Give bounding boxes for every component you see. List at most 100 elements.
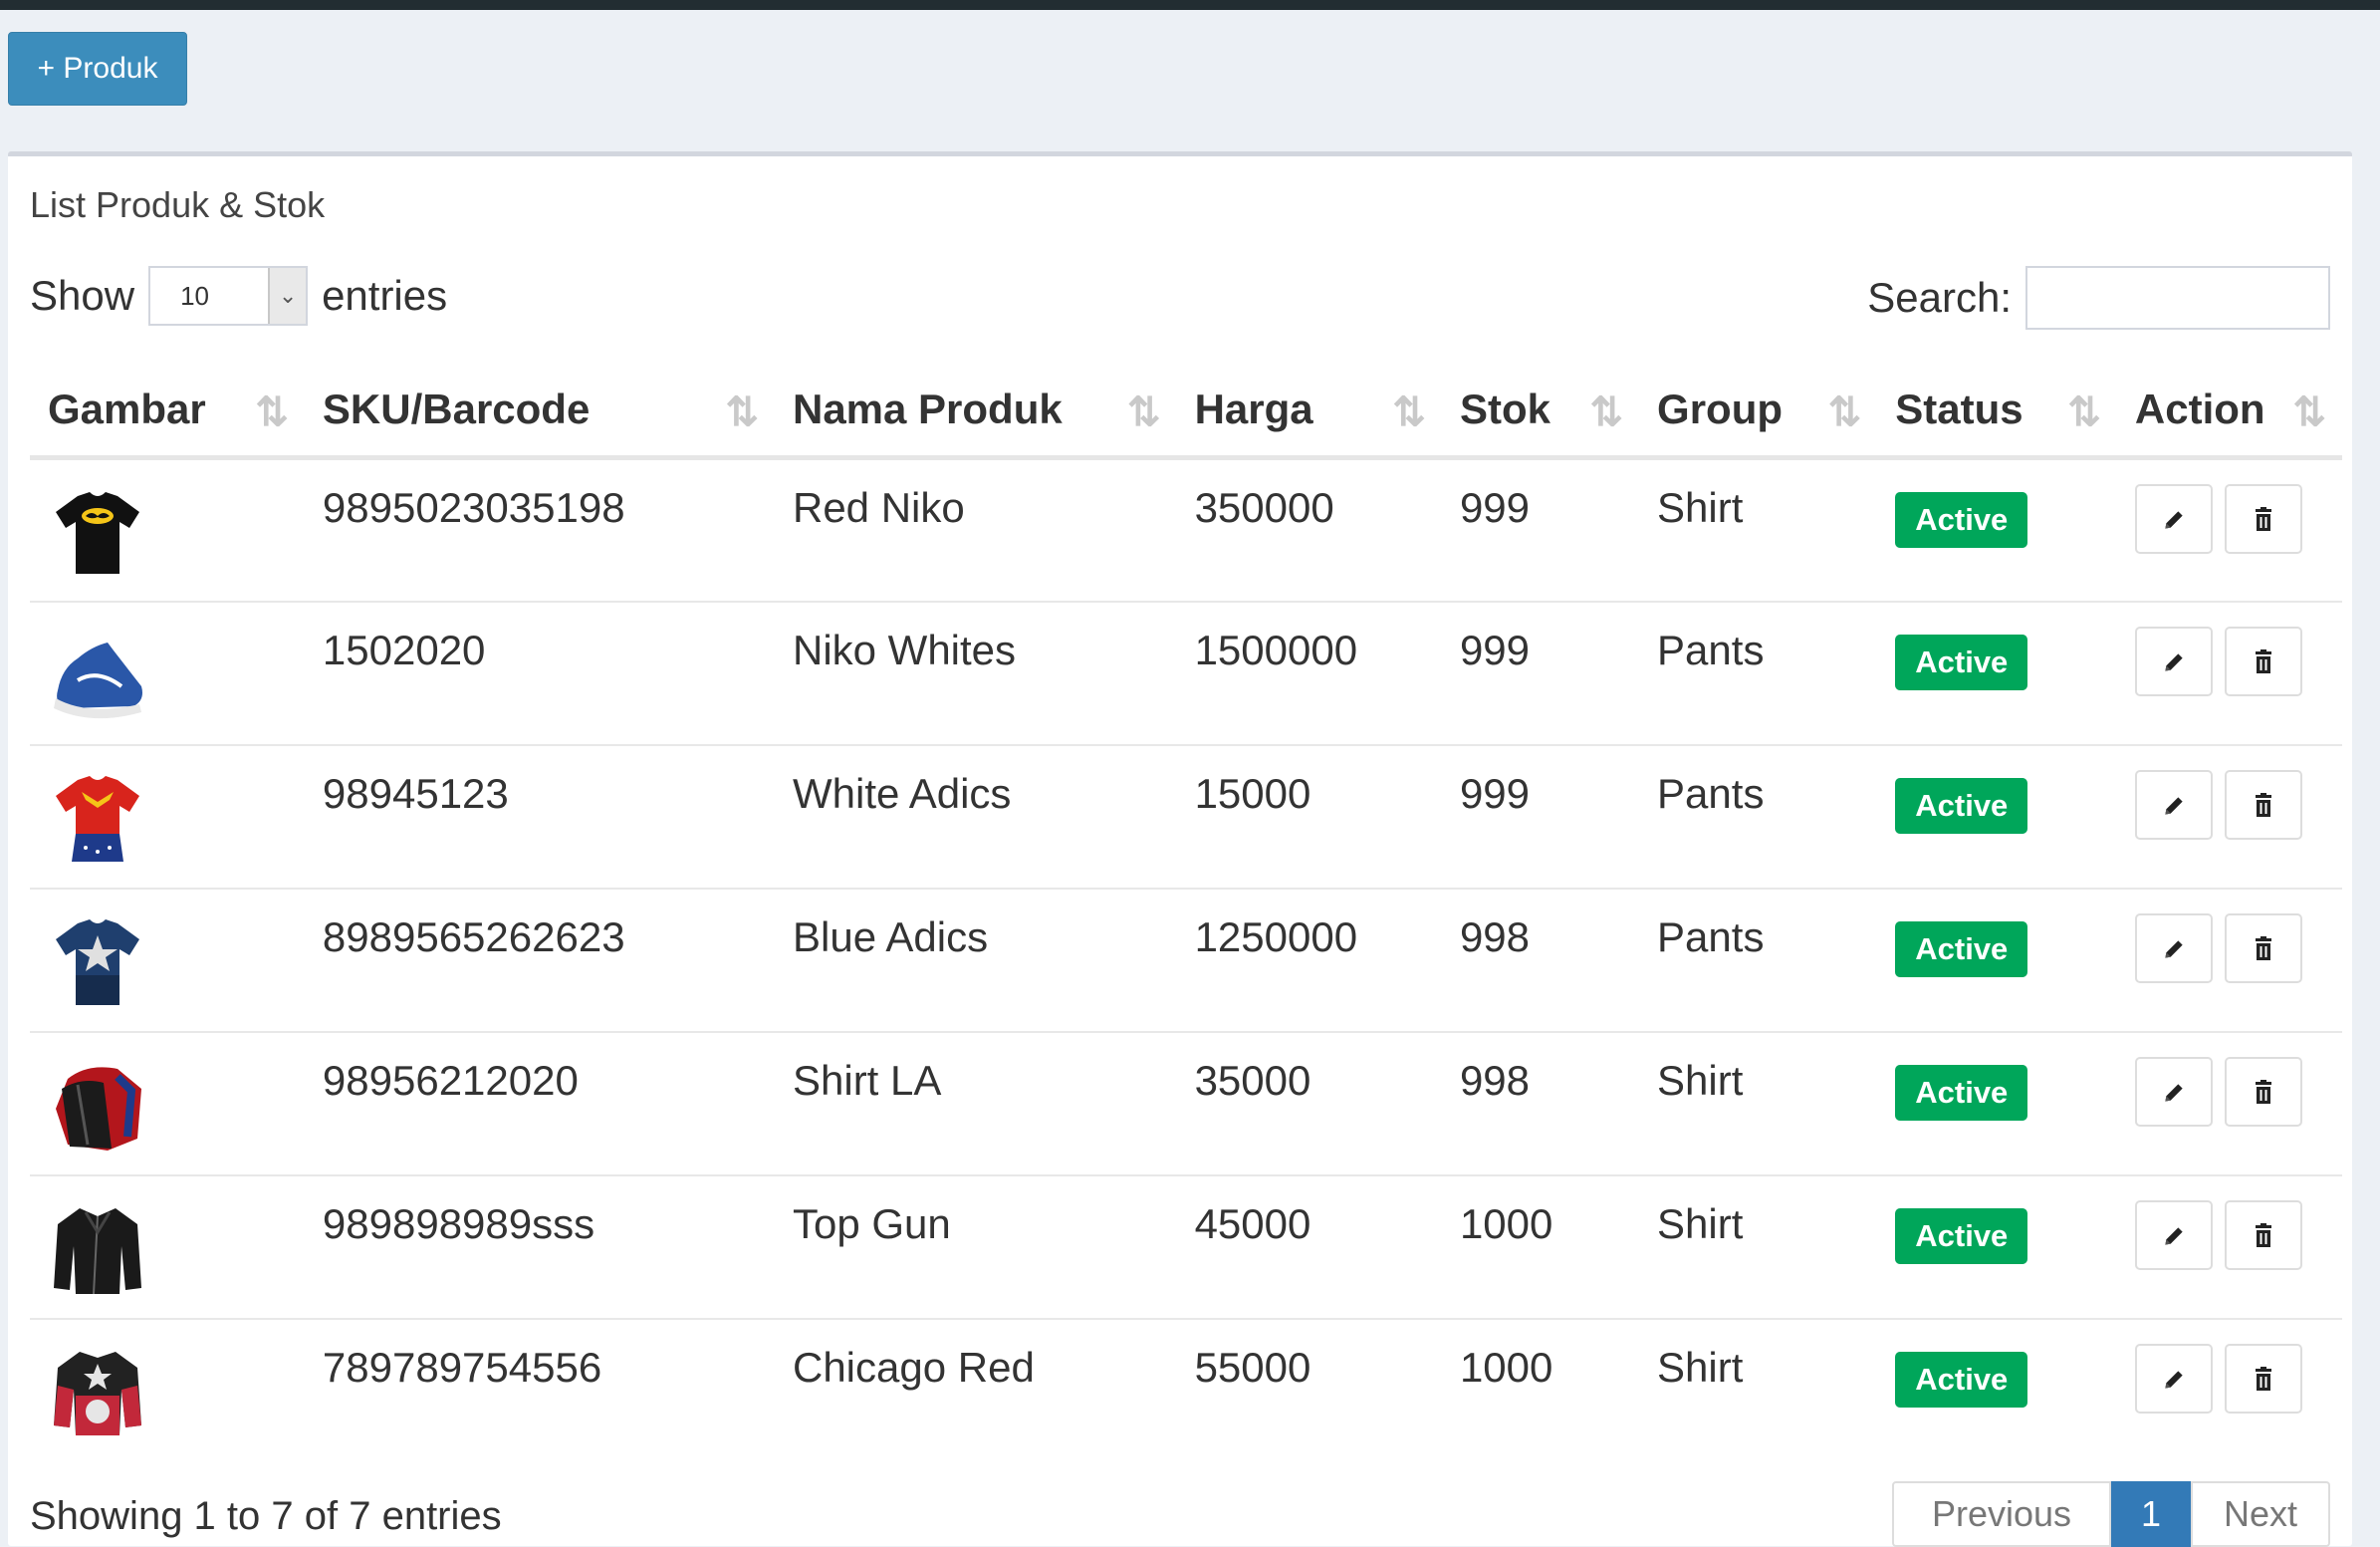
search-label: Search:: [1867, 274, 2012, 321]
delete-button[interactable]: [2224, 1056, 2302, 1127]
group-cell: Shirt: [1639, 1317, 1878, 1462]
status-cell: Active: [1877, 1173, 2117, 1319]
table-row: 989898989sss Top Gun 45000 1000 Shirt Active: [30, 1173, 2342, 1319]
search-input[interactable]: [2025, 266, 2330, 330]
edit-button[interactable]: [2134, 769, 2213, 840]
status-cell: Active: [1877, 887, 2117, 1032]
product-image-cell: [30, 600, 305, 745]
delete-button[interactable]: [2224, 626, 2302, 696]
edit-button[interactable]: [2134, 1056, 2213, 1127]
action-cell: [2116, 600, 2342, 745]
pencil-icon: [2161, 924, 2187, 972]
price-cell: 1500000: [1176, 600, 1442, 745]
edit-button[interactable]: [2134, 1199, 2213, 1270]
status-badge: Active: [1895, 1064, 2028, 1121]
pagination-previous[interactable]: Previous: [1892, 1481, 2111, 1547]
sort-icon: ⇅: [1827, 390, 1861, 434]
stock-cell: 999: [1441, 456, 1640, 602]
status-cell: Active: [1877, 1317, 2117, 1462]
trash-icon: [2252, 1211, 2275, 1259]
add-product-button[interactable]: + Produk: [8, 32, 187, 106]
action-cell: [2116, 1030, 2342, 1175]
panel-title: List Produk & Stok: [30, 184, 326, 225]
price-cell: 35000: [1176, 1030, 1442, 1175]
edit-button[interactable]: [2134, 912, 2213, 983]
status-cell: Active: [1877, 456, 2117, 602]
group-cell: Pants: [1639, 743, 1878, 889]
product-thumbnail: [48, 1202, 147, 1298]
column-header-action[interactable]: Action ⇅: [2116, 364, 2342, 460]
column-header-stok[interactable]: Stok ⇅: [1441, 364, 1640, 460]
action-cell: [2116, 1317, 2342, 1462]
pencil-icon: [2161, 1211, 2187, 1259]
pencil-icon: [2161, 638, 2187, 685]
stock-cell: 999: [1441, 600, 1640, 745]
table-info: Showing 1 to 7 of 7 entries: [30, 1494, 502, 1538]
status-badge: Active: [1895, 492, 2028, 548]
group-cell: Pants: [1639, 600, 1878, 745]
pagination-next[interactable]: Next: [2191, 1481, 2330, 1547]
product-table: Gambar ⇅ SKU/Barcode ⇅ Nama Produk ⇅ Harga ⇅…: [30, 364, 2342, 1462]
product-thumbnail: [48, 629, 147, 724]
column-header-sku[interactable]: SKU/Barcode ⇅: [304, 364, 775, 460]
stock-cell: 999: [1441, 743, 1640, 889]
entries-select[interactable]: 10 ⌄: [148, 266, 309, 326]
product-thumbnail: [48, 486, 147, 582]
product-image-cell: [30, 1317, 305, 1462]
edit-button[interactable]: [2134, 484, 2213, 554]
delete-button[interactable]: [2224, 484, 2302, 554]
column-header-gambar[interactable]: Gambar ⇅: [30, 364, 305, 460]
status-badge: Active: [1895, 1207, 2028, 1264]
delete-button[interactable]: [2224, 769, 2302, 840]
stock-cell: 1000: [1441, 1173, 1640, 1319]
status-cell: Active: [1877, 600, 2117, 745]
column-header-group[interactable]: Group ⇅: [1639, 364, 1878, 460]
edit-button[interactable]: [2134, 626, 2213, 696]
pencil-icon: [2161, 495, 2187, 543]
action-cell: [2116, 456, 2342, 602]
pencil-icon: [2161, 1068, 2187, 1116]
sku-cell: 8989565262623: [304, 887, 775, 1032]
sort-icon: ⇅: [725, 390, 758, 434]
table-row: 8989565262623 Blue Adics 1250000 998 Pants Ac…: [30, 887, 2342, 1032]
delete-button[interactable]: [2224, 912, 2302, 983]
status-badge: Active: [1895, 777, 2028, 834]
sku-cell: 789789754556: [304, 1317, 775, 1462]
trash-icon: [2252, 781, 2275, 829]
product-image-cell: [30, 887, 305, 1032]
product-name-cell: Blue Adics: [774, 887, 1177, 1032]
pagination-page-1[interactable]: 1: [2111, 1481, 2191, 1547]
column-header-status[interactable]: Status ⇅: [1877, 364, 2117, 460]
status-cell: Active: [1877, 743, 2117, 889]
table-row: 98945123 White Adics 15000 999 Pants Active: [30, 743, 2342, 889]
sku-cell: 98945123: [304, 743, 775, 889]
pagination: Previous 1 Next: [1892, 1481, 2330, 1547]
sort-icon: ⇅: [1589, 390, 1623, 434]
group-cell: Shirt: [1639, 1173, 1878, 1319]
delete-button[interactable]: [2224, 1199, 2302, 1270]
table-header-row: Gambar ⇅ SKU/Barcode ⇅ Nama Produk ⇅ Harga ⇅…: [30, 364, 2342, 460]
status-badge: Active: [1895, 1351, 2028, 1408]
table-row: 789789754556 Chicago Red 55000 1000 Shirt Act…: [30, 1317, 2342, 1462]
sku-cell: 98956212020: [304, 1030, 775, 1175]
chevron-down-icon: ⌄: [268, 268, 307, 324]
product-image-cell: [30, 1030, 305, 1175]
column-header-nama-produk[interactable]: Nama Produk ⇅: [774, 364, 1177, 460]
trash-icon: [2252, 924, 2275, 972]
sku-cell: 9895023035198: [304, 456, 775, 602]
sku-cell: 1502020: [304, 600, 775, 745]
product-name-cell: Chicago Red: [774, 1317, 1177, 1462]
table-row: 98956212020 Shirt LA 35000 998 Shirt Active: [30, 1030, 2342, 1175]
product-thumbnail: [48, 772, 147, 868]
column-header-harga[interactable]: Harga ⇅: [1176, 364, 1442, 460]
product-name-cell: Red Niko: [774, 456, 1177, 602]
trash-icon: [2252, 1068, 2275, 1116]
status-badge: Active: [1895, 920, 2028, 977]
show-label: Show: [30, 272, 135, 319]
delete-button[interactable]: [2224, 1343, 2302, 1414]
stock-cell: 1000: [1441, 1317, 1640, 1462]
edit-button[interactable]: [2134, 1343, 2213, 1414]
sort-icon: ⇅: [1127, 390, 1160, 434]
price-cell: 350000: [1176, 456, 1442, 602]
top-navbar: [0, 0, 2380, 10]
